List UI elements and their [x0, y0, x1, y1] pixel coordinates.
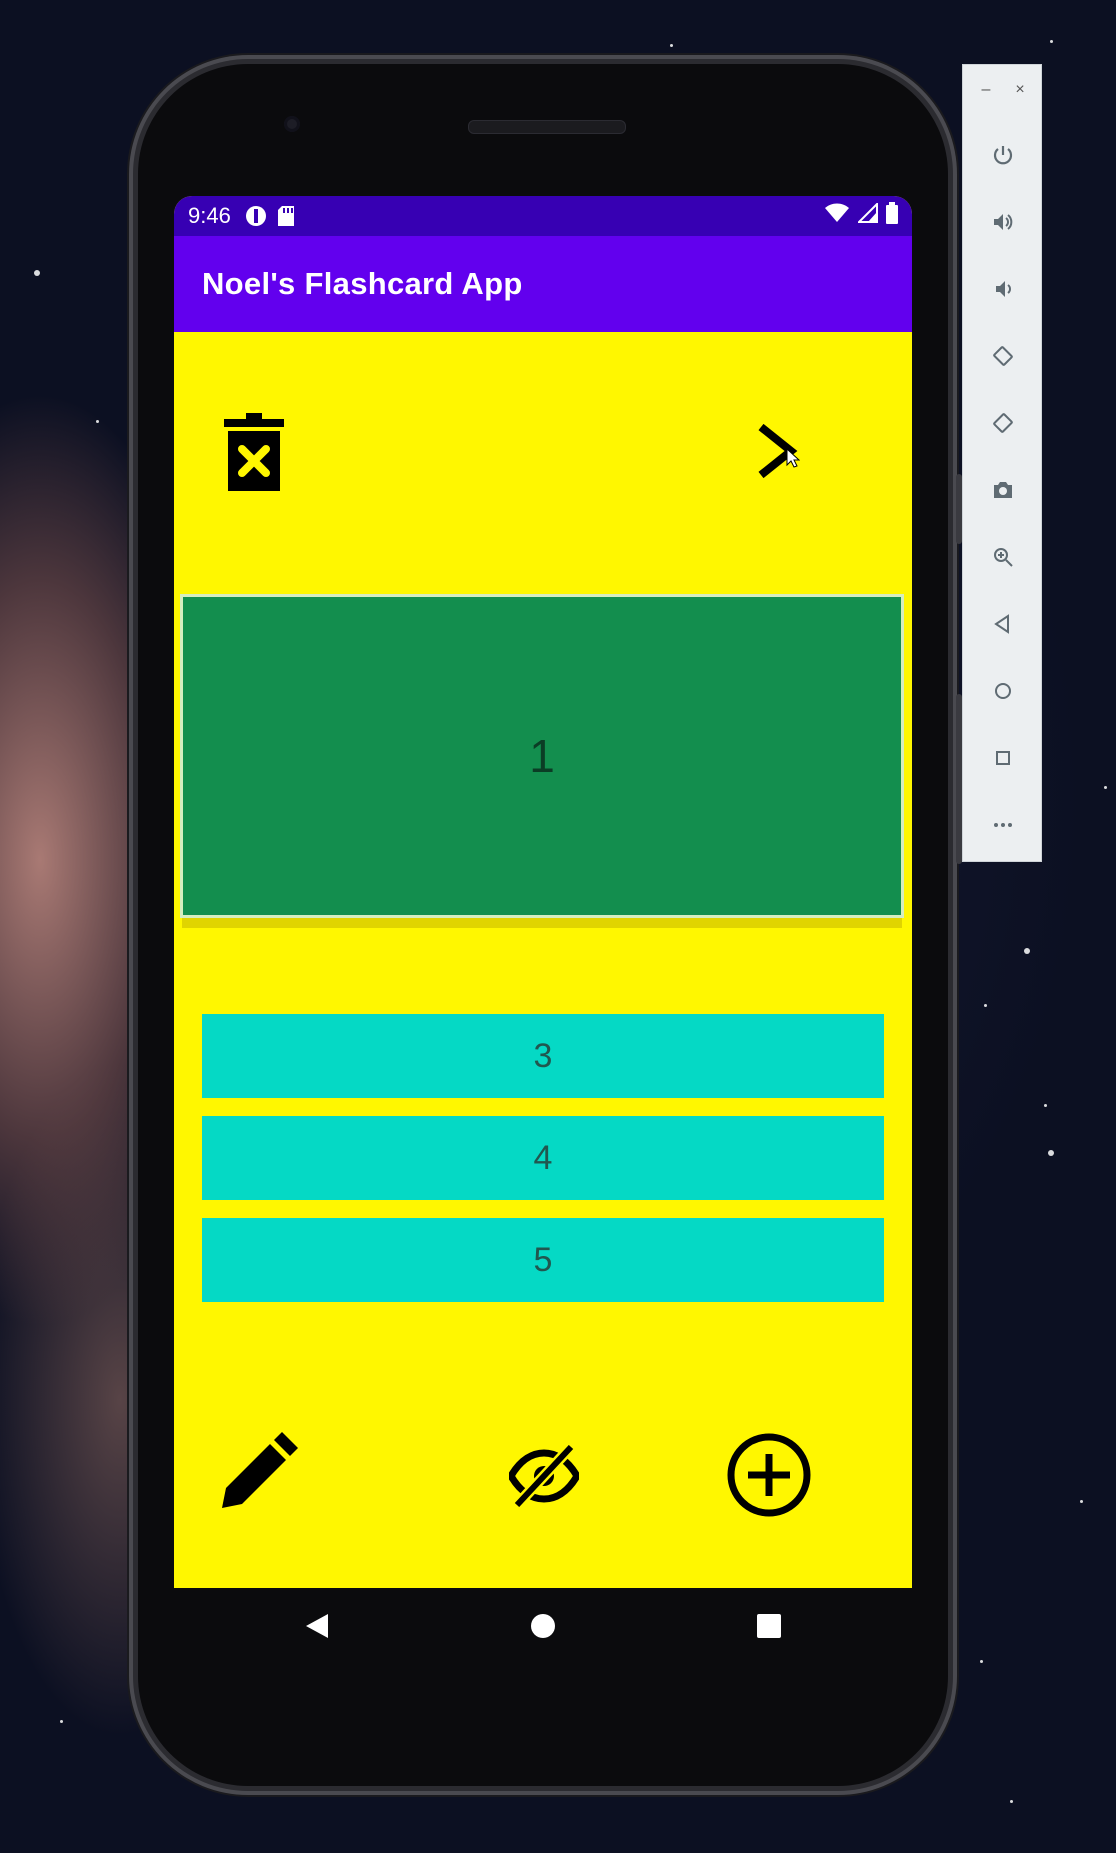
star: [1024, 948, 1030, 954]
flashcard[interactable]: 1: [180, 594, 904, 918]
camera-icon[interactable]: [963, 470, 1043, 510]
delete-button[interactable]: [218, 412, 290, 498]
app-bar: Noel's Flashcard App: [174, 236, 912, 332]
add-card-button[interactable]: [724, 1432, 814, 1522]
star: [1048, 1150, 1054, 1156]
answer-option[interactable]: 4: [202, 1116, 884, 1200]
star: [1044, 1104, 1047, 1107]
signal-icon: [856, 201, 878, 229]
star: [984, 1004, 987, 1007]
nav-home-button[interactable]: [530, 1613, 556, 1644]
edit-button[interactable]: [216, 1431, 300, 1517]
status-bar: 9:46: [174, 196, 912, 236]
star: [980, 1660, 983, 1663]
flashcard-text: 1: [529, 730, 555, 782]
volume-down-icon[interactable]: [963, 269, 1043, 309]
close-button[interactable]: ×: [1011, 81, 1029, 99]
nav-back-button[interactable]: [304, 1612, 330, 1645]
answer-option-label: 3: [533, 1036, 553, 1075]
answer-option[interactable]: 5: [202, 1218, 884, 1302]
add-circle-icon: [726, 1432, 812, 1523]
minimize-button[interactable]: –: [977, 81, 995, 99]
app-screen: 9:46 Noel's Flashcard App 1 3 4 5: [174, 196, 912, 1588]
circle-badge-icon: [245, 205, 267, 227]
star: [60, 1720, 63, 1723]
status-time: 9:46: [188, 203, 231, 228]
back-icon[interactable]: [963, 604, 1043, 644]
eye-off-icon: [506, 1442, 582, 1512]
rotate-left-icon[interactable]: [963, 336, 1043, 376]
home-icon[interactable]: [963, 671, 1043, 711]
wifi-icon: [824, 203, 850, 229]
star: [1080, 1500, 1083, 1503]
power-icon[interactable]: [963, 135, 1043, 175]
emulator-toolbar: – ×: [962, 64, 1042, 862]
front-camera: [284, 116, 300, 132]
star: [96, 420, 99, 423]
volume-up-icon[interactable]: [963, 202, 1043, 242]
zoom-icon[interactable]: [963, 537, 1043, 577]
toggle-answers-button[interactable]: [502, 1440, 586, 1516]
nav-overview-button[interactable]: [756, 1613, 782, 1644]
rotate-right-icon[interactable]: [963, 403, 1043, 443]
answer-option-label: 4: [533, 1138, 553, 1177]
star: [34, 270, 40, 276]
android-nav-bar: [174, 1588, 912, 1668]
next-button[interactable]: [742, 418, 812, 488]
pencil-icon: [218, 1431, 298, 1517]
star: [1010, 1800, 1013, 1803]
sd-card-icon: [277, 205, 295, 227]
mouse-pointer-icon: [786, 447, 801, 473]
delete-forever-icon: [222, 412, 286, 498]
earpiece-speaker: [468, 120, 626, 134]
star: [670, 44, 673, 47]
app-title: Noel's Flashcard App: [202, 266, 523, 301]
answer-option-label: 5: [533, 1240, 553, 1279]
answer-option[interactable]: 3: [202, 1014, 884, 1098]
star: [1050, 40, 1053, 43]
more-icon[interactable]: [963, 805, 1043, 845]
star: [1104, 786, 1107, 789]
battery-icon: [886, 202, 898, 230]
overview-icon[interactable]: [963, 738, 1043, 778]
